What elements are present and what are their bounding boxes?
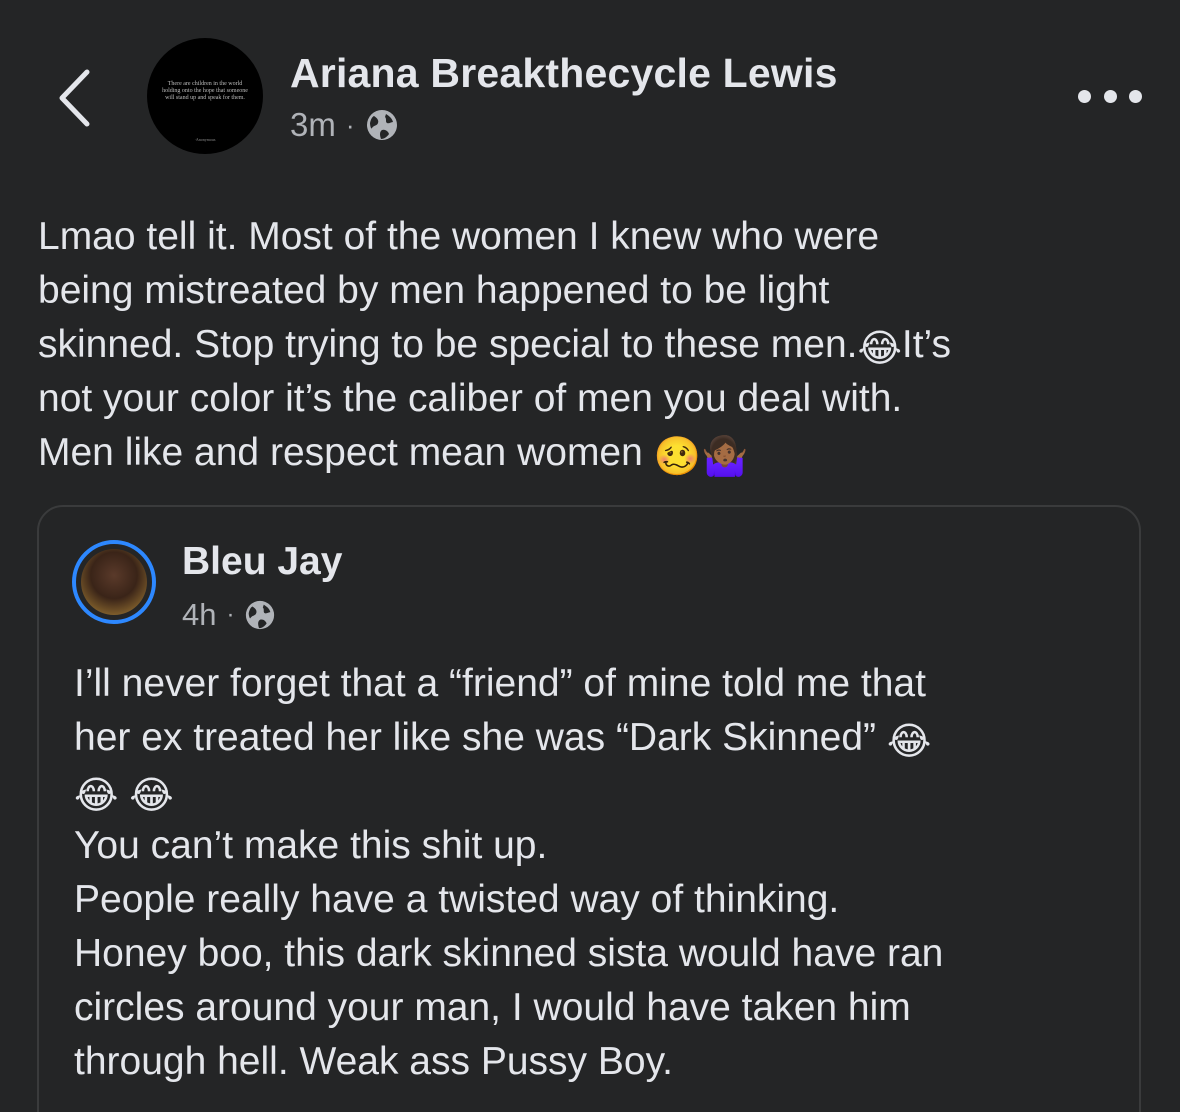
author-name[interactable]: Ariana Breakthecycle Lewis: [290, 50, 838, 97]
post-line: skinned. Stop trying to be special to th…: [38, 318, 1148, 372]
shared-post-line-text: her ex treated her like she was “Dark Sk…: [74, 716, 877, 759]
post-detail-page: There are children in the world holding …: [0, 0, 1180, 1112]
post-line: Lmao tell it. Most of the women I knew w…: [38, 215, 880, 258]
shared-post-line: circles around your man, I would have ta…: [74, 986, 911, 1029]
shared-post-meta: 4h ·: [182, 597, 276, 633]
shared-post-line: I’ll never forget that a “friend” of min…: [74, 662, 926, 705]
shared-post-line: 😂 😂: [74, 765, 1134, 819]
post-line: not your color it’s the caliber of men y…: [38, 377, 903, 420]
more-options-dot: [1078, 89, 1091, 103]
laughing-emoji-icon: 😂: [74, 773, 119, 817]
shared-post-body: I’ll never forget that a “friend” of min…: [74, 657, 1134, 1089]
author-avatar[interactable]: There are children in the world holding …: [147, 38, 263, 154]
globe-icon: [246, 600, 275, 630]
chevron-left-icon: [59, 69, 90, 127]
shared-avatar-photo: [81, 549, 147, 615]
post-body: Lmao tell it. Most of the women I knew w…: [38, 210, 1148, 480]
more-options-dot: [1129, 89, 1142, 103]
shared-post-line: through hell. Weak ass Pussy Boy.: [74, 1040, 674, 1083]
post-line: being mistreated by men happened to be l…: [38, 269, 830, 312]
shared-author-avatar[interactable]: [72, 540, 156, 624]
post-line-text: It’s: [901, 323, 952, 366]
post-line: Men like and respect mean women 🥴🤷🏾‍♀️: [38, 426, 1148, 480]
post-meta: 3m ·: [290, 106, 399, 144]
more-options-button[interactable]: [1078, 84, 1142, 108]
avatar-signature: ·Anonymous: [194, 137, 216, 142]
shared-author-name[interactable]: Bleu Jay: [182, 540, 342, 584]
woozy-face-emoji-icon: 🥴: [653, 434, 701, 478]
more-options-dot: [1103, 89, 1117, 103]
globe-icon: [366, 110, 397, 140]
avatar-quote: There are children in the world holding …: [162, 80, 248, 101]
post-timestamp[interactable]: 3m: [290, 106, 336, 144]
laughing-emoji-icon: 😂: [886, 719, 932, 763]
shared-post-line: People really have a twisted way of thin…: [74, 878, 840, 921]
laughing-emoji-icon: 😂: [129, 773, 174, 817]
shared-post-line: You can’t make this shit up.: [74, 824, 548, 867]
shrug-emoji-icon: 🤷🏾‍♀️: [700, 434, 749, 478]
post-line-text: Men like and respect mean women: [38, 431, 643, 474]
meta-separator: ·: [226, 601, 235, 628]
post-line-text: skinned. Stop trying to be special to th…: [38, 323, 858, 366]
laughing-emoji-icon: 😂: [857, 326, 902, 370]
shared-post-line: her ex treated her like she was “Dark Sk…: [74, 711, 1134, 765]
meta-separator: ·: [345, 109, 355, 140]
shared-post-timestamp[interactable]: 4h: [182, 597, 216, 633]
back-button[interactable]: [44, 66, 104, 130]
shared-post-line: Honey boo, this dark skinned sista would…: [74, 932, 944, 975]
